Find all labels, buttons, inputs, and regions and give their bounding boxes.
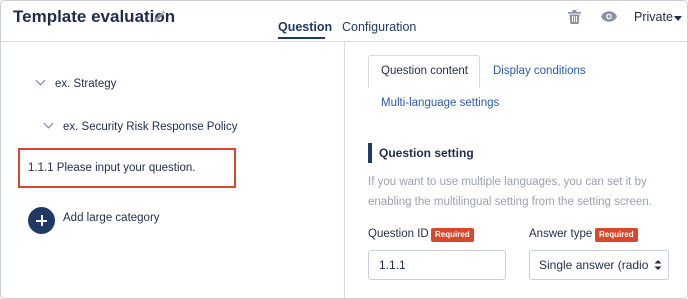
tab-question[interactable]: Question bbox=[278, 20, 332, 34]
pencil-icon[interactable] bbox=[152, 10, 166, 24]
multilingual-hint: If you want to use multiple languages, y… bbox=[368, 176, 652, 208]
chevron-down-icon[interactable] bbox=[43, 118, 54, 129]
page-title: Template evaluation bbox=[13, 7, 176, 26]
caret-down-icon[interactable] bbox=[674, 16, 682, 21]
panel-divider bbox=[344, 42, 345, 298]
tab-multi-language-settings[interactable]: Multi-language settings bbox=[381, 97, 499, 109]
plus-icon[interactable] bbox=[28, 207, 55, 234]
question-item-label: 1.1.1 Please input your question. bbox=[28, 162, 196, 174]
question-id-input[interactable]: 1.1.1 bbox=[368, 250, 506, 280]
tab-display-conditions[interactable]: Display conditions bbox=[493, 65, 586, 77]
add-large-category-button[interactable]: Add large category bbox=[63, 212, 160, 224]
tab-configuration[interactable]: Configuration bbox=[342, 20, 416, 34]
trash-icon[interactable] bbox=[568, 10, 581, 24]
required-badge: Required bbox=[595, 228, 638, 242]
template-editor: Template evaluation Question Configurati… bbox=[0, 0, 688, 299]
select-arrows-icon[interactable] bbox=[653, 258, 663, 272]
tree-item-category[interactable]: ex. Strategy bbox=[55, 78, 116, 90]
required-badge: Required bbox=[431, 228, 474, 242]
tab-question-content[interactable]: Question content bbox=[381, 65, 468, 77]
section-title: Question setting bbox=[379, 146, 474, 160]
answer-type-label: Answer type bbox=[529, 228, 593, 240]
eye-icon[interactable] bbox=[601, 11, 617, 22]
active-tab-indicator bbox=[278, 37, 325, 39]
chevron-down-icon[interactable] bbox=[35, 75, 46, 86]
answer-type-select[interactable]: Single answer (radio bbox=[529, 250, 669, 280]
question-id-label: Question ID bbox=[368, 228, 429, 240]
header: Template evaluation Question Configurati… bbox=[1, 1, 687, 41]
tree-item-subcategory[interactable]: ex. Security Risk Response Policy bbox=[63, 121, 237, 133]
section-marker bbox=[368, 143, 372, 163]
privacy-dropdown[interactable]: Private bbox=[634, 10, 673, 24]
